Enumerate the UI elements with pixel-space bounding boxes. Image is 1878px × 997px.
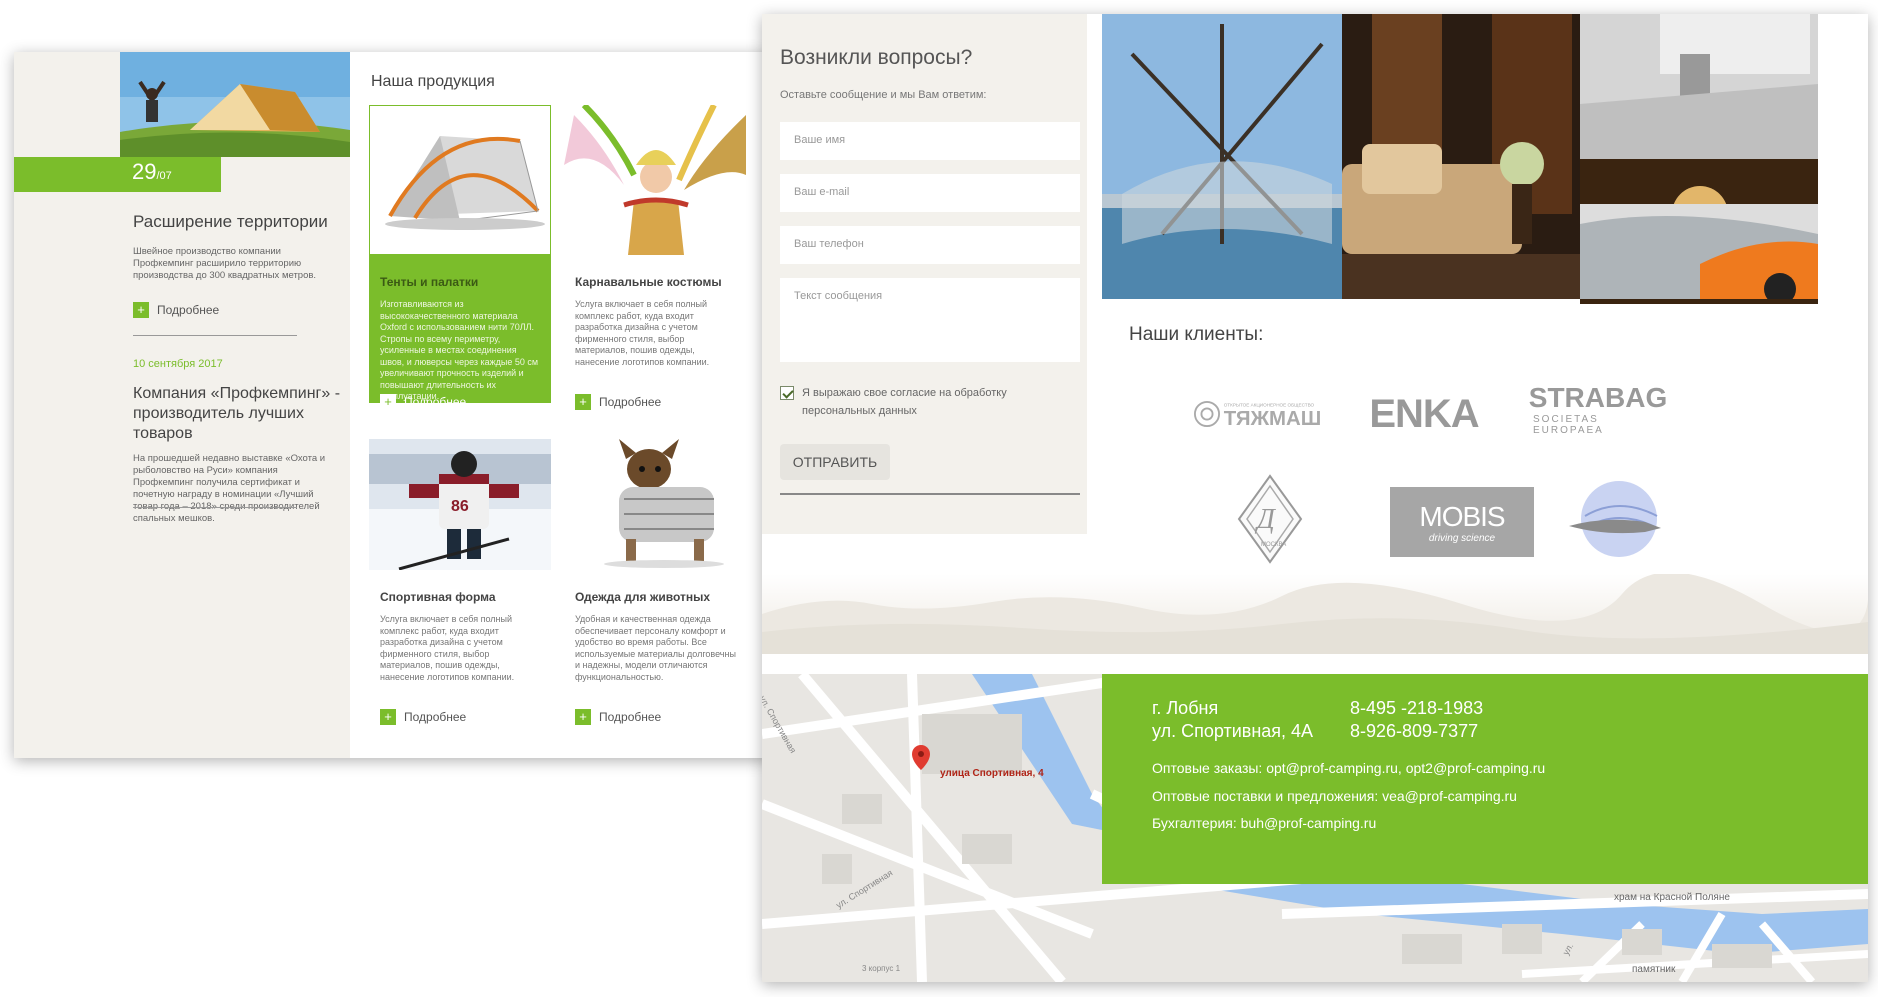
form-heading: Возникли вопросы?: [780, 46, 973, 69]
news-title[interactable]: Компания «Профкемпинг» - производитель л…: [133, 384, 343, 444]
product-desc: Услуга включает в себя полный комплекс р…: [380, 614, 515, 682]
news-column: 29/07 Расширение территории Швейное прои…: [14, 52, 350, 758]
product-more-link[interactable]: + Подробнее: [575, 394, 746, 410]
email-input[interactable]: Ваш e-mail: [780, 174, 1080, 212]
client-logo-sturgeon[interactable]: [1550, 474, 1680, 564]
product-title: Одежда для животных: [575, 590, 711, 604]
product-desc: Удобная и качественная одежда обеспечива…: [575, 614, 736, 682]
contact-clients-panel: Возникли вопросы? Оставьте сообщение и м…: [762, 14, 1868, 982]
product-card-tents[interactable]: Тенты и палатки Изготавливаются из высок…: [369, 105, 551, 410]
product-more-link[interactable]: + Подробнее: [575, 709, 746, 725]
phone-input[interactable]: Ваш телефон: [780, 226, 1080, 264]
product-desc: Услуга включает в себя полный комплекс р…: [575, 299, 710, 367]
products-heading: Наша продукция: [371, 73, 495, 90]
contact-phone-1[interactable]: 8-495 -218-1983: [1350, 698, 1483, 719]
map-marker-label: улица Спортивная, 4: [940, 768, 1044, 779]
contact-wholesale-supplies[interactable]: Оптовые поставки и предложения: vea@prof…: [1152, 788, 1517, 804]
svg-text:МОСКВА: МОСКВА: [1261, 542, 1286, 548]
gallery-image-sewing[interactable]: [1580, 14, 1818, 159]
product-image-tent: [369, 105, 551, 255]
divider: [780, 493, 1080, 495]
name-input[interactable]: Ваше имя: [780, 122, 1080, 160]
product-title: Спортивная форма: [380, 590, 496, 604]
consent-label: Я выражаю свое согласие на обработку пер…: [802, 387, 1007, 417]
product-more-link[interactable]: + Подробнее: [380, 709, 551, 725]
client-logo-mobis[interactable]: MOBIS driving science: [1390, 487, 1534, 557]
news-body: Швейное производство компании Профкемпин…: [133, 246, 317, 281]
divider: [133, 507, 297, 508]
plus-icon: +: [575, 709, 591, 725]
plus-icon: +: [380, 394, 396, 410]
decorative-hills: [762, 574, 1868, 654]
message-textarea[interactable]: Текст сообщения: [780, 278, 1080, 362]
contact-accounting[interactable]: Бухгалтерия: buh@prof-camping.ru: [1152, 815, 1376, 831]
plus-icon: +: [380, 709, 396, 725]
map-poi-church: храм на Красной Поляне: [1614, 892, 1730, 903]
client-logo-strabag[interactable]: STRABAG SOCIETAS EUROPAEA: [1529, 374, 1667, 444]
submit-button[interactable]: ОТПРАВИТЬ: [780, 444, 890, 480]
product-desc: Изготавливаются из высококачественного м…: [380, 299, 539, 401]
product-title: Тенты и палатки: [380, 275, 479, 289]
gallery-image-fishing-net[interactable]: [1102, 14, 1342, 299]
product-image-hockey: 86: [369, 439, 551, 570]
client-logo-enka[interactable]: ENKA: [1359, 379, 1489, 449]
form-subheading: Оставьте сообщение и мы Вам ответим:: [780, 89, 987, 101]
contact-box: г. Лобня ул. Спортивная, 4А 8-495 -218-1…: [1102, 674, 1868, 884]
date-bar: [14, 157, 221, 192]
feedback-form: Возникли вопросы? Оставьте сообщение и м…: [762, 14, 1087, 534]
product-image-costume: [564, 105, 746, 255]
plus-icon: +: [575, 394, 591, 410]
news-image-tent[interactable]: [120, 52, 350, 157]
news-title[interactable]: Расширение территории: [133, 212, 328, 232]
gallery-image-car-cover[interactable]: [1580, 204, 1818, 299]
svg-text:ОТКРЫТОЕ АКЦИОНЕРНОЕ ОБЩЕСТВО: ОТКРЫТОЕ АКЦИОНЕРНОЕ ОБЩЕСТВО: [1224, 403, 1315, 408]
product-card-costumes[interactable]: Карнавальные костюмы Услуга включает в с…: [564, 105, 746, 410]
divider: [133, 335, 297, 336]
product-card-sportswear[interactable]: 86 Спортивная форма Услуга включает в се…: [369, 439, 551, 739]
news-date: 29/07: [132, 159, 172, 184]
product-more-link[interactable]: + Подробнее: [380, 394, 551, 410]
consent-row[interactable]: Я выражаю свое согласие на обработку пер…: [780, 384, 1080, 420]
contact-phone-2[interactable]: 8-926-809-7377: [1350, 721, 1478, 742]
plus-icon: +: [133, 302, 149, 318]
map-poi-monument: памятник: [1632, 964, 1676, 975]
news-more-link[interactable]: + Подробнее: [133, 302, 219, 318]
product-image-dog: [564, 439, 746, 570]
news-body: На прошедшей недавно выставке «Охота и р…: [133, 453, 326, 524]
gallery-image-interior[interactable]: [1342, 14, 1580, 299]
product-card-pet-clothes[interactable]: Одежда для животных Удобная и качественн…: [564, 439, 746, 739]
contact-wholesale-orders[interactable]: Оптовые заказы: opt@prof-camping.ru, opt…: [1152, 760, 1545, 776]
contact-city: г. Лобня: [1152, 698, 1219, 718]
svg-text:Д: Д: [1254, 504, 1277, 535]
product-title: Карнавальные костюмы: [575, 275, 722, 289]
clients-heading: Наши клиенты:: [1129, 324, 1264, 345]
svg-text:ТЯЖМАШ: ТЯЖМАШ: [1224, 408, 1322, 430]
svg-text:86: 86: [451, 498, 469, 515]
news-products-panel: 29/07 Расширение территории Швейное прои…: [14, 52, 770, 758]
consent-checkbox[interactable]: [780, 386, 794, 400]
contact-street: ул. Спортивная, 4А: [1152, 721, 1314, 741]
client-logo-tyazhmash[interactable]: ОТКРЫТОЕ АКЦИОНЕРНОЕ ОБЩЕСТВО ТЯЖМАШ: [1194, 379, 1324, 449]
news-date: 10 сентября 2017: [133, 358, 223, 370]
client-logo-dynamo[interactable]: Д МОСКВА: [1205, 474, 1335, 564]
map-street-label: 3 корпус 1: [862, 964, 901, 973]
